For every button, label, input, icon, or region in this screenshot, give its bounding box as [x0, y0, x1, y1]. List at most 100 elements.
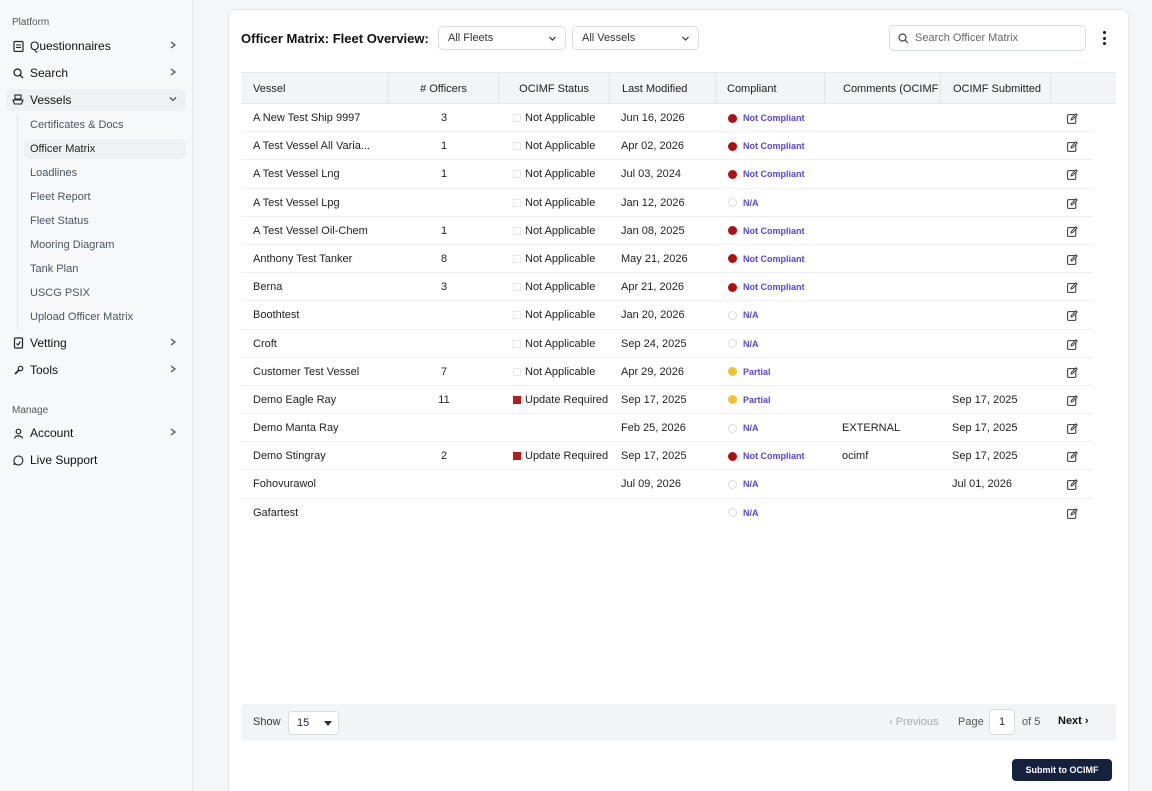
- cell-ocimf-status: Not Applicable: [513, 104, 613, 132]
- sidebar-subitem-fleet-report[interactable]: Fleet Report: [24, 187, 186, 207]
- sidebar-subitem-upload-officer-matrix[interactable]: Upload Officer Matrix: [24, 307, 186, 327]
- table-row[interactable]: Anthony Test Tanker 8 Not Applicable May 21…: [241, 245, 1093, 274]
- table-row[interactable]: Demo Stingray 2 Update Required Sep 17, 202…: [241, 442, 1093, 471]
- cell-comments: [842, 132, 941, 160]
- edit-icon[interactable]: [1067, 282, 1078, 294]
- page-number-input[interactable]: 1: [989, 709, 1015, 735]
- table-row[interactable]: Demo Eagle Ray 11 Update Required Sep 17, 2…: [241, 386, 1093, 415]
- column-header-comments[interactable]: Comments (OCIMF: [825, 73, 941, 104]
- chevron-right-icon: [170, 68, 177, 76]
- column-header-ocimf-submitted[interactable]: OCIMF Submitted: [941, 73, 1051, 104]
- page-title: Officer Matrix: Fleet Overview:: [241, 31, 429, 46]
- table-row[interactable]: Demo Manta Ray Feb 25, 2026 N/A EXTERNAL Sep…: [241, 414, 1093, 443]
- edit-icon[interactable]: [1067, 310, 1078, 322]
- sidebar-item-tools[interactable]: Tools: [6, 359, 186, 381]
- cell-comments: [842, 386, 941, 414]
- cell-officers: [389, 470, 499, 498]
- cell-vessel[interactable]: Berna: [253, 273, 383, 301]
- sidebar-subitem-certificates[interactable]: Certificates & Docs: [24, 115, 186, 135]
- edit-icon[interactable]: [1067, 169, 1078, 181]
- edit-icon[interactable]: [1067, 113, 1078, 124]
- cell-vessel[interactable]: A Test Vessel All Varia...: [253, 132, 383, 160]
- cell-vessel[interactable]: A Test Vessel Oil-Chem: [253, 217, 383, 245]
- cell-compliant: Not Compliant: [728, 104, 825, 132]
- table-row[interactable]: A Test Vessel Oil-Chem 1 Not Applicable Jan…: [241, 217, 1093, 245]
- sidebar-item-account[interactable]: Account: [6, 422, 186, 444]
- cell-vessel[interactable]: Anthony Test Tanker: [253, 245, 383, 273]
- cell-vessel[interactable]: A Test Vessel Lng: [253, 160, 383, 188]
- vessel-filter-select[interactable]: All Vessels: [572, 26, 699, 50]
- search-icon: [12, 67, 24, 79]
- table-row[interactable]: Customer Test Vessel 7 Not Applicable Apr 2…: [241, 358, 1093, 386]
- sidebar-subitem-officer-matrix[interactable]: Officer Matrix: [24, 139, 186, 159]
- cell-vessel[interactable]: A New Test Ship 9997: [253, 104, 383, 132]
- sidebar-item-vetting[interactable]: Vetting: [6, 332, 186, 354]
- compliance-dot-icon: [728, 198, 737, 208]
- fleet-filter-select[interactable]: All Fleets: [438, 26, 566, 50]
- sidebar-subitem-fleet-status[interactable]: Fleet Status: [24, 211, 186, 231]
- table-row[interactable]: Berna 3 Not Applicable Apr 21, 2026 Not Comp…: [241, 273, 1093, 302]
- cell-officers: 2: [440, 450, 448, 463]
- table-row[interactable]: A Test Vessel Lng 1 Not Applicable Jul 03, …: [241, 160, 1093, 189]
- sidebar-subitem-mooring-diagram[interactable]: Mooring Diagram: [24, 235, 186, 255]
- edit-icon[interactable]: [1067, 141, 1078, 153]
- cell-vessel[interactable]: Croft: [253, 330, 383, 358]
- search-input[interactable]: [915, 32, 1075, 44]
- cell-vessel[interactable]: A Test Vessel Lpg: [253, 189, 383, 217]
- sidebar-subitem-uscg-psix[interactable]: USCG PSIX: [24, 283, 186, 303]
- cell-vessel[interactable]: Demo Stingray: [253, 442, 383, 470]
- edit-icon[interactable]: [1067, 507, 1078, 519]
- table-row[interactable]: A Test Vessel Lpg Not Applicable Jan 12, 2…: [241, 189, 1093, 217]
- cell-ocimf-status: [513, 470, 613, 498]
- submenu-guide-line: [17, 114, 18, 329]
- cell-vessel[interactable]: Gafartest: [253, 499, 383, 527]
- cell-ocimf-status: Not Applicable: [513, 330, 613, 358]
- sidebar-subitem-loadlines[interactable]: Loadlines: [24, 163, 186, 183]
- table-row[interactable]: Gafartest N/A: [241, 499, 1093, 527]
- table-row[interactable]: Fohovurawol Jul 09, 2026 N/A Jul 01, 2026: [241, 470, 1093, 499]
- search-box[interactable]: [889, 25, 1086, 51]
- cell-vessel[interactable]: Fohovurawol: [253, 470, 383, 498]
- column-header-last-modified[interactable]: Last Modified: [610, 73, 716, 104]
- cell-vessel[interactable]: Boothtest: [253, 301, 383, 329]
- table-row[interactable]: Boothtest Not Applicable Jan 20, 2026 N/A: [241, 301, 1093, 330]
- cell-vessel[interactable]: Demo Manta Ray: [253, 414, 383, 442]
- edit-icon[interactable]: [1067, 366, 1078, 378]
- edit-icon[interactable]: [1067, 254, 1078, 265]
- edit-icon[interactable]: [1067, 479, 1078, 491]
- sidebar-item-questionnaires[interactable]: Questionnaires: [6, 35, 186, 57]
- more-options-icon[interactable]: [1097, 29, 1111, 47]
- table-row[interactable]: Croft Not Applicable Sep 24, 2025 N/A: [241, 330, 1093, 358]
- cell-ocimf-status: Not Applicable: [513, 273, 613, 301]
- submit-to-ocimf-button[interactable]: Submit to OCIMF: [1012, 759, 1112, 781]
- officer-matrix-panel: Officer Matrix: Fleet Overview: All Flee…: [228, 9, 1129, 791]
- table-row[interactable]: A New Test Ship 9997 3 Not Applicable Jun 1…: [241, 104, 1093, 133]
- next-page-button[interactable]: Next ›: [1058, 715, 1089, 727]
- compliance-dot-icon: [728, 451, 737, 461]
- edit-icon[interactable]: [1067, 423, 1078, 434]
- table-row[interactable]: A Test Vessel All Varia... 1 Not Applicabl…: [241, 132, 1093, 161]
- sidebar-item-live-support[interactable]: Live Support: [6, 449, 186, 471]
- column-header-officers[interactable]: # Officers: [389, 73, 499, 104]
- previous-page-button[interactable]: ‹ Previous: [889, 716, 939, 728]
- cell-vessel[interactable]: Customer Test Vessel: [253, 358, 383, 386]
- edit-icon[interactable]: [1067, 395, 1078, 406]
- column-header-ocimf-status[interactable]: OCIMF Status: [499, 73, 610, 104]
- cell-last-modified: Apr 29, 2026: [621, 365, 684, 378]
- cell-officers: [389, 189, 499, 217]
- cell-comments: [842, 104, 941, 132]
- cell-ocimf-submitted: Jul 01, 2026: [952, 478, 1012, 491]
- cell-officers: 8: [440, 252, 448, 265]
- cell-ocimf-status: Not Applicable: [513, 160, 613, 188]
- cell-vessel[interactable]: Demo Eagle Ray: [253, 386, 383, 414]
- sidebar-item-vessels[interactable]: Vessels: [6, 89, 186, 111]
- column-header-vessel[interactable]: Vessel: [241, 73, 389, 104]
- edit-icon[interactable]: [1067, 225, 1078, 237]
- edit-icon[interactable]: [1067, 451, 1078, 463]
- column-header-compliant[interactable]: Compliant: [716, 73, 825, 104]
- edit-icon[interactable]: [1067, 338, 1078, 350]
- edit-icon[interactable]: [1067, 197, 1078, 209]
- page-size-select[interactable]: 15: [288, 711, 339, 735]
- sidebar-item-search[interactable]: Search: [6, 62, 186, 84]
- sidebar-subitem-tank-plan[interactable]: Tank Plan: [24, 259, 186, 279]
